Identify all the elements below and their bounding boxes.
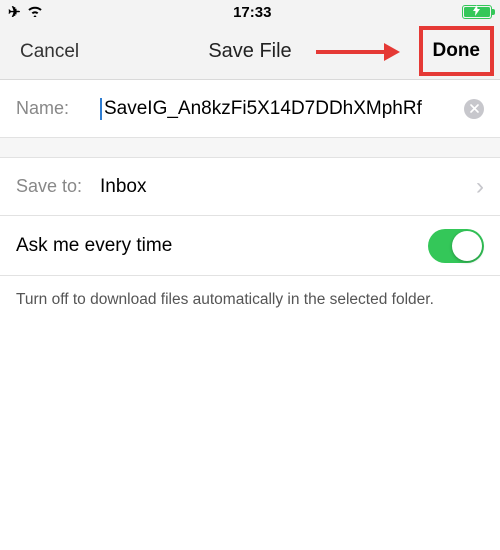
charging-bolt-icon — [473, 5, 480, 19]
close-icon — [470, 101, 479, 116]
toggle-label: Ask me every time — [16, 235, 172, 257]
annotation-highlight: Done — [419, 26, 495, 76]
ask-every-time-row: Ask me every time — [0, 216, 500, 276]
page-title: Save File — [208, 40, 291, 63]
save-to-label: Save to: — [16, 176, 100, 197]
name-label: Name: — [16, 98, 100, 119]
save-to-row[interactable]: Save to: Inbox › — [0, 158, 500, 216]
battery-icon — [462, 5, 492, 19]
navigation-bar: Cancel Save File Done — [0, 24, 500, 80]
status-time: 17:33 — [233, 4, 271, 21]
name-input[interactable] — [100, 98, 456, 120]
clear-text-button[interactable] — [464, 99, 484, 119]
status-bar: ✈ 17:33 — [0, 0, 500, 24]
annotation-arrow — [316, 43, 400, 61]
switch-knob — [452, 231, 482, 261]
ask-every-time-toggle[interactable] — [428, 229, 484, 263]
section-gap — [0, 138, 500, 158]
chevron-right-icon: › — [476, 173, 484, 201]
footer-description: Turn off to download files automatically… — [0, 276, 500, 325]
done-button[interactable]: Done — [433, 40, 481, 62]
wifi-icon — [27, 4, 43, 20]
cancel-button[interactable]: Cancel — [20, 41, 79, 63]
save-to-value: Inbox — [100, 176, 468, 198]
airplane-mode-icon: ✈ — [8, 3, 21, 21]
name-row: Name: — [0, 80, 500, 138]
